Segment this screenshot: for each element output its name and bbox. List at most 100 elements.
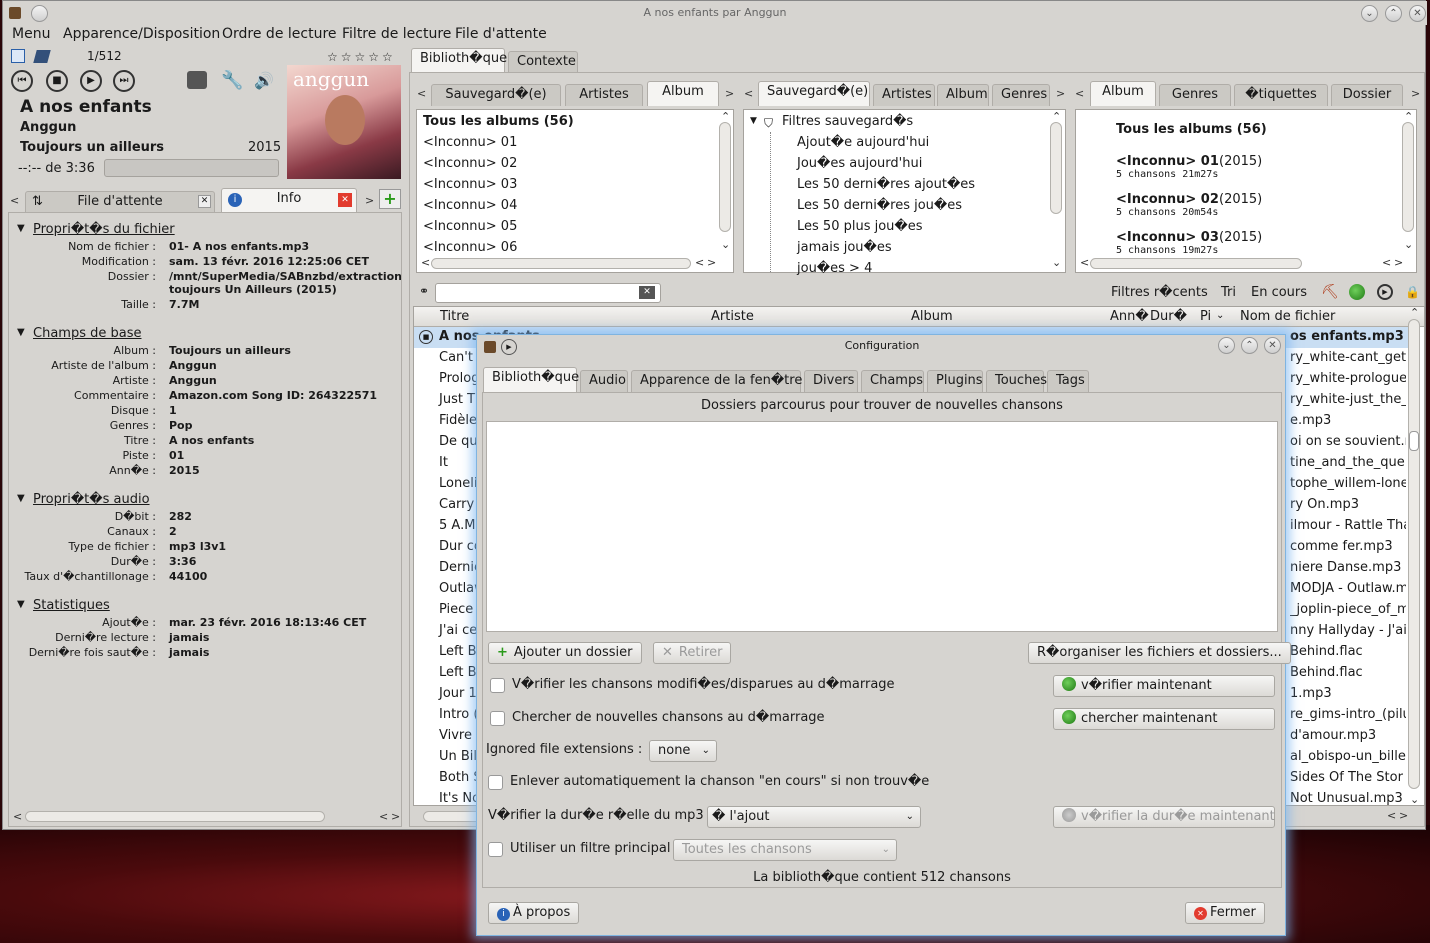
- check-now-button[interactable]: v�rifier maintenant: [1053, 675, 1275, 697]
- b2-list-item[interactable]: jou�es > 4: [797, 261, 872, 276]
- song-hscroll-left[interactable]: <: [1387, 809, 1396, 822]
- ignored-ext-select[interactable]: none ⌄: [649, 740, 717, 762]
- song-row-filename[interactable]: os enfants.mp3: [1290, 329, 1406, 344]
- tab-context[interactable]: Contexte: [508, 51, 578, 73]
- file-section-title[interactable]: Propri�t�s du fichier: [33, 222, 175, 237]
- folders-list[interactable]: [486, 421, 1278, 632]
- main-filter-label[interactable]: Utiliser un filtre principal: [510, 841, 670, 856]
- tab-queue[interactable]: ⇅ File d'attente ✕: [25, 191, 215, 213]
- song-row-filename[interactable]: ry On.mp3: [1290, 497, 1406, 512]
- recent-filters-button[interactable]: Filtres r�cents: [1111, 285, 1208, 300]
- tab-queue-close-icon[interactable]: ✕: [198, 195, 211, 208]
- reorganize-button[interactable]: R�organiser les fichiers et dossiers...: [1028, 642, 1291, 664]
- refresh-icon[interactable]: [1349, 284, 1365, 300]
- b2-tab-left[interactable]: <: [744, 87, 753, 100]
- dialog-tab-tags[interactable]: Tags: [1047, 370, 1089, 392]
- song-row-title[interactable]: Carry: [439, 497, 474, 512]
- b3-all-albums[interactable]: Tous les albums (56): [1116, 122, 1267, 137]
- left-tab-scroll-left[interactable]: <: [10, 194, 19, 207]
- base-section-title[interactable]: Champs de base: [33, 326, 141, 341]
- song-row-title[interactable]: Loneli: [439, 476, 477, 491]
- b1-hscroll-left[interactable]: <: [421, 256, 430, 269]
- search-clear-icon[interactable]: ✕: [639, 286, 655, 299]
- song-row-title[interactable]: Intro (: [439, 707, 478, 722]
- song-row-filename[interactable]: d'amour.mp3: [1290, 728, 1406, 743]
- song-row-title[interactable]: Jour 1: [439, 686, 477, 701]
- info-hscrollbar[interactable]: [25, 811, 325, 822]
- song-row-filename[interactable]: MODJA - Outlaw.m: [1290, 581, 1406, 596]
- b2-vscroll-up[interactable]: ⌃: [1052, 110, 1061, 123]
- menu-play-order[interactable]: Ordre de lecture: [222, 26, 337, 42]
- b3-tab-labels[interactable]: �tiquettes: [1234, 84, 1328, 106]
- stop-button[interactable]: ■: [46, 70, 68, 92]
- col-year[interactable]: Ann�: [1110, 309, 1149, 324]
- dialog-tab-library[interactable]: Biblioth�que: [483, 367, 579, 392]
- add-tab-button[interactable]: +: [379, 189, 401, 209]
- song-row-title[interactable]: Un Bill: [439, 749, 481, 764]
- b2-tab-genres[interactable]: Genres: [992, 84, 1050, 106]
- song-row-title[interactable]: Fidèle: [439, 413, 477, 428]
- dialog-maximize-button[interactable]: ⌃: [1241, 337, 1258, 354]
- b3-tab-right[interactable]: >: [1411, 87, 1420, 100]
- b1-list-item[interactable]: <Inconnu> 02: [423, 156, 517, 171]
- song-vscroll-up[interactable]: ⌃: [1410, 306, 1419, 319]
- rating-stars[interactable]: ☆☆☆☆☆: [327, 50, 396, 64]
- b1-list-item[interactable]: Tous les albums (56): [423, 114, 574, 129]
- maximize-button[interactable]: ⌃: [1385, 5, 1402, 22]
- menu-appearance[interactable]: Apparence/Disposition: [63, 26, 220, 42]
- b3-hscroll-right[interactable]: >: [1394, 256, 1403, 269]
- b1-hscroll-left2[interactable]: <: [695, 256, 704, 269]
- song-row-filename[interactable]: nny Hallyday - J'ai c: [1290, 623, 1406, 638]
- song-hscroll-right[interactable]: >: [1399, 809, 1408, 822]
- minimize-button[interactable]: ⌄: [1361, 5, 1378, 22]
- song-row-filename[interactable]: ilmour - Rattle Tha: [1290, 518, 1406, 533]
- b3-vscrollbar[interactable]: [1402, 122, 1414, 232]
- song-row-title[interactable]: It's No: [439, 791, 480, 806]
- song-row-title[interactable]: Piece: [439, 602, 473, 617]
- search-new-label[interactable]: Chercher de nouvelles chansons au d�marr…: [512, 710, 825, 725]
- b2-root-expander[interactable]: ▼: [750, 116, 757, 126]
- song-vscroll-thumb[interactable]: [1409, 431, 1419, 451]
- play-circle-icon[interactable]: ▶: [1377, 284, 1393, 300]
- b2-list-item[interactable]: Jou�es aujourd'hui: [797, 156, 922, 171]
- song-row-title[interactable]: Vivre: [439, 728, 472, 743]
- next-button[interactable]: ⏭: [113, 70, 135, 92]
- audio-section-expander[interactable]: ▼: [17, 493, 25, 504]
- b2-tab-saved[interactable]: Sauvegard�(e): [758, 81, 870, 106]
- verify-duration-select[interactable]: � l'ajout ⌄: [707, 806, 921, 828]
- dialog-minimize-button[interactable]: ⌄: [1218, 337, 1235, 354]
- song-row-filename[interactable]: tophe_willem-lone: [1290, 476, 1406, 491]
- song-row-filename[interactable]: oi on se souvient.r: [1290, 434, 1406, 449]
- b1-list-item[interactable]: <Inconnu> 03: [423, 177, 517, 192]
- b3-hscroll-left2[interactable]: <: [1382, 256, 1391, 269]
- seek-bar[interactable]: [104, 159, 279, 177]
- col-album[interactable]: Album: [911, 309, 953, 324]
- b3-vscroll-up[interactable]: ⌃: [1404, 110, 1413, 123]
- left-tab-scroll-right[interactable]: >: [365, 194, 374, 207]
- song-row-filename[interactable]: niere Danse.mp3: [1290, 560, 1406, 575]
- b1-tab-album[interactable]: Album: [647, 81, 719, 106]
- menu-queue[interactable]: File d'attente: [455, 26, 547, 42]
- sort-button[interactable]: Tri: [1221, 285, 1236, 300]
- b3-hscroll-left[interactable]: <: [1080, 256, 1089, 269]
- song-row-filename[interactable]: Not Unusual.mp3: [1290, 791, 1406, 806]
- search-input[interactable]: [435, 283, 661, 303]
- lock-icon[interactable]: 🔒: [1405, 285, 1420, 299]
- song-row-filename[interactable]: al_obispo-un_billet: [1290, 749, 1406, 764]
- main-filter-checkbox[interactable]: [488, 842, 503, 857]
- now-playing-button[interactable]: En cours: [1251, 285, 1307, 300]
- song-row-filename[interactable]: Sides Of The Stor: [1290, 770, 1406, 785]
- song-hscrollbar[interactable]: [423, 811, 483, 822]
- song-row-title[interactable]: De qu: [439, 434, 478, 449]
- b2-vscrollbar[interactable]: [1050, 122, 1062, 214]
- col-track[interactable]: Pi: [1200, 309, 1211, 324]
- b1-vscroll-down[interactable]: ⌄: [721, 238, 730, 251]
- b3-album-name[interactable]: <Inconnu> 01: [1116, 154, 1219, 169]
- song-row-title[interactable]: J'ai ce: [439, 623, 477, 638]
- b2-list-item[interactable]: Les 50 derni�res ajout�es: [797, 177, 975, 192]
- b1-hscrollbar[interactable]: [431, 258, 691, 269]
- b1-list-item[interactable]: <Inconnu> 01: [423, 135, 517, 150]
- b3-vscroll-down[interactable]: ⌄: [1404, 238, 1413, 251]
- search-now-button[interactable]: chercher maintenant: [1053, 708, 1275, 730]
- b2-tab-artists[interactable]: Artistes: [873, 84, 935, 106]
